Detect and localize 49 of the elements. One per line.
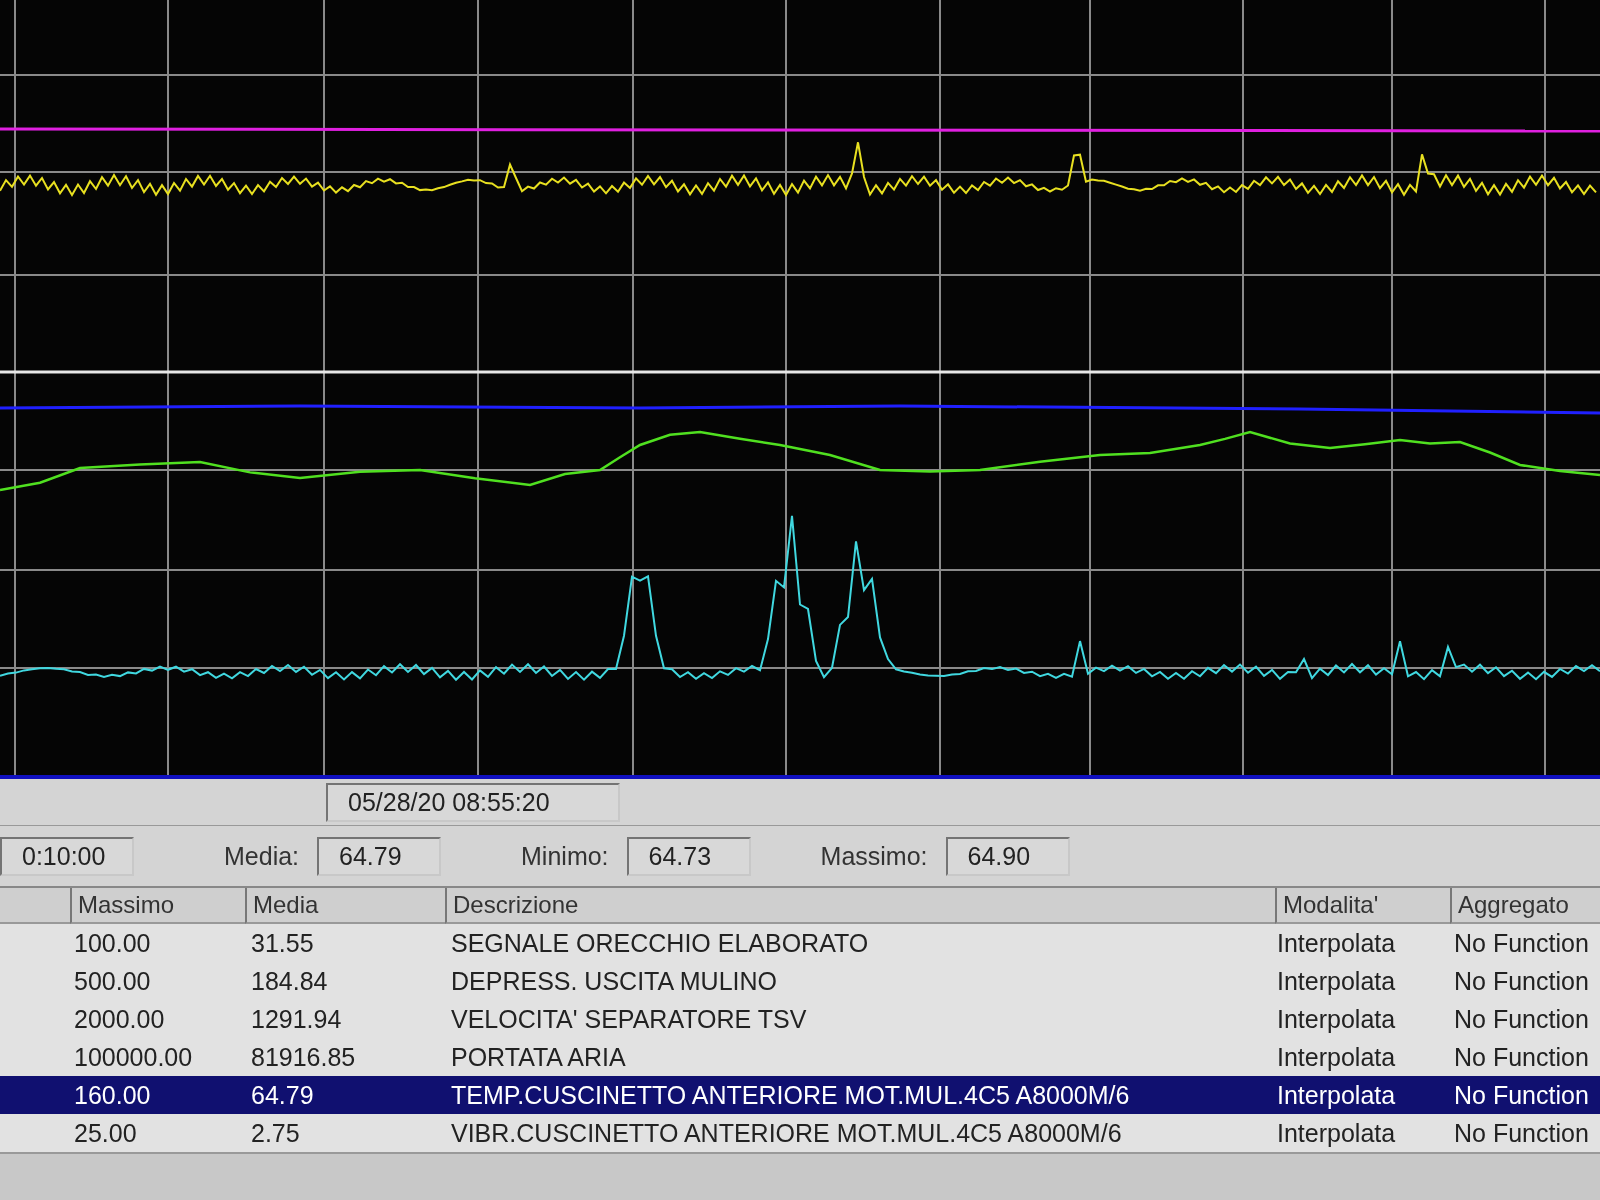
table-cell-text: SEGNALE ORECCHIO ELABORATO: [450, 928, 870, 958]
table-cell-text: No Function: [1453, 1080, 1590, 1110]
table-cell-text: VIBR.CUSCINETTO ANTERIORE MOT.MUL.4C5 A8000M/6: [450, 1118, 1123, 1148]
table-cell-text: 500.00: [73, 966, 152, 996]
table-cell-text: 184.84: [250, 966, 329, 996]
table-row[interactable]: 25.00 2.75 VIBR.CUSCINETTO ANTERIORE MOT.MUL.4C5 A8000M/6 Interpolata No Function: [0, 1114, 1600, 1152]
media-field: 64.79: [317, 836, 442, 876]
column-header[interactable]: Aggregato: [1450, 888, 1600, 924]
table-cell-text: No Function: [1453, 1042, 1590, 1072]
table-cell-text: 25.00: [73, 1118, 138, 1148]
table-cell-text: Interpolata: [1276, 1118, 1397, 1148]
table-cell-text: Interpolata: [1276, 1004, 1397, 1034]
table-cell-text: DEPRESS. USCITA MULINO: [450, 966, 778, 996]
media-label: Media:: [224, 841, 300, 871]
table-row[interactable]: 2000.00 1291.94 VELOCITA' SEPARATORE TSV Interpolata No Function: [0, 1000, 1600, 1038]
massimo-label: Massimo:: [820, 841, 928, 871]
table-cell-text: Interpolata: [1276, 928, 1397, 958]
table-cell-text: Interpolata: [1276, 1080, 1397, 1110]
minimo-field: 64.73: [626, 836, 751, 876]
table-cell-text: No Function: [1453, 1004, 1590, 1034]
table-cell-text: 1291.94: [250, 1004, 343, 1034]
column-header[interactable]: Massimo: [70, 888, 245, 924]
table-cell-text: 81916.85: [250, 1042, 357, 1072]
table-cell-text: 100000.00: [73, 1042, 194, 1072]
massimo-field: 64.90: [945, 836, 1070, 876]
table-cell-text: 31.55: [250, 928, 315, 958]
table-cell-text: VELOCITA' SEPARATORE TSV: [450, 1004, 808, 1034]
table-cell-text: 2.75: [250, 1118, 301, 1148]
table-cell-text: No Function: [1453, 1118, 1590, 1148]
table-cell-text: Interpolata: [1276, 1042, 1397, 1072]
column-header[interactable]: Descrizione: [445, 888, 1275, 924]
table-cell-text: 100.00: [73, 928, 152, 958]
table-cell-text: PORTATA ARIA: [450, 1042, 627, 1072]
table-cell-text: Interpolata: [1276, 966, 1397, 996]
table-cell-text: No Function: [1453, 966, 1590, 996]
table-row[interactable]: 100.00 31.55 SEGNALE ORECCHIO ELABORATO Interpolata No Function: [0, 924, 1600, 962]
span-field: 0:10:00: [0, 836, 134, 876]
table-row[interactable]: 500.00 184.84 DEPRESS. USCITA MULINO Interpolata No Function: [0, 962, 1600, 1000]
table-cell-text: 2000.00: [73, 1004, 166, 1034]
table-row[interactable]: 160.00 64.79 TEMP.CUSCINETTO ANTERIORE MOT.MUL.4C5 A8000M/6 Interpolata No Function: [0, 1076, 1600, 1114]
table-cell-text: 160.00: [73, 1080, 152, 1110]
table-cell-text: No Function: [1453, 928, 1590, 958]
table-cell-text: 64.79: [250, 1080, 315, 1110]
minimo-label: Minimo:: [521, 841, 609, 871]
column-header[interactable]: Media: [245, 888, 445, 924]
table-row[interactable]: 100000.00 81916.85 PORTATA ARIA Interpolata No Function: [0, 1038, 1600, 1076]
column-header[interactable]: Modalita': [1275, 888, 1450, 924]
timestamp-field: 05/28/20 08:55:20: [326, 782, 620, 822]
table-cell-text: TEMP.CUSCINETTO ANTERIORE MOT.MUL.4C5 A8000M/6: [450, 1080, 1131, 1110]
